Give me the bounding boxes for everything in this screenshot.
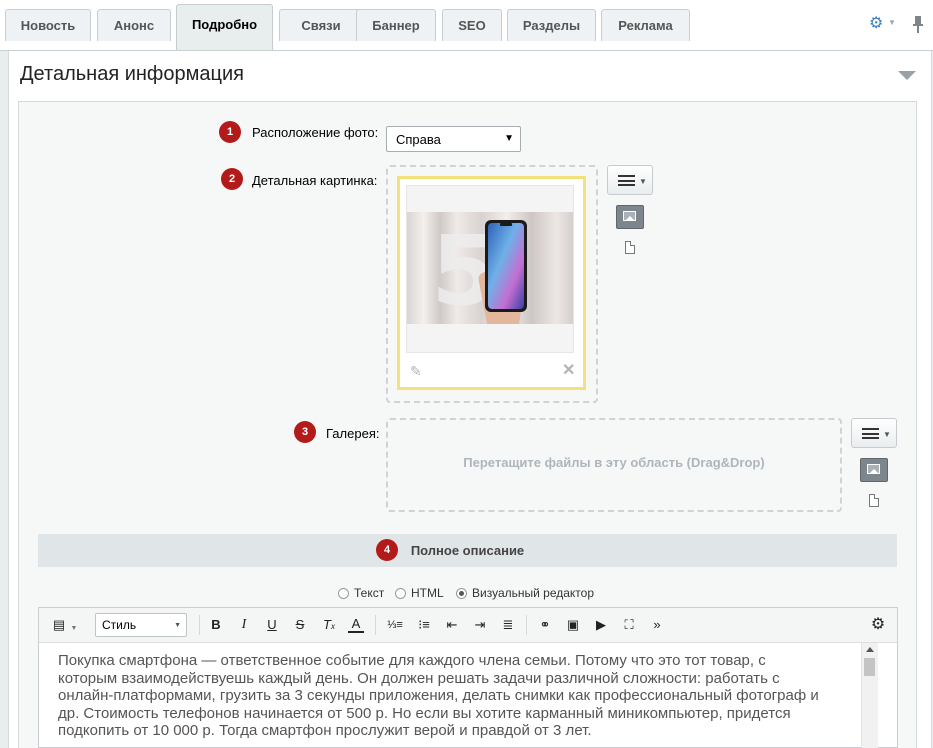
tab-links[interactable]: Связи xyxy=(279,9,363,41)
image-icon[interactable] xyxy=(616,205,644,229)
edit-pencil-icon[interactable]: ✎ xyxy=(410,363,422,380)
link-icon[interactable]: ⚭ xyxy=(536,617,554,633)
phone-photo: 5 xyxy=(407,212,573,324)
film-icon[interactable]: ▤ xyxy=(51,617,67,633)
chevron-down-icon[interactable]: ▼ xyxy=(888,18,896,28)
visual-editor: ▤ ▼ Стиль ▼ B I U S Tx A ⅓≡ ⁝≡ ⇤ ⇥ ≣ ⚭ ▣… xyxy=(38,607,898,748)
chevron-down-icon: ▼ xyxy=(639,177,647,186)
pin-icon[interactable] xyxy=(911,14,925,34)
style-select-value: Стиль xyxy=(102,618,137,632)
tab-advertising[interactable]: Реклама xyxy=(601,9,690,41)
photo-position-value: Справа xyxy=(396,131,441,147)
gallery-dropzone-hint: Перетащите файлы в эту область (Drag&Dro… xyxy=(463,455,765,470)
gallery-menu-button[interactable]: ▼ xyxy=(851,418,897,448)
photo-position-select[interactable]: Справа ▼ xyxy=(386,126,521,152)
radio-html[interactable] xyxy=(395,587,406,599)
mode-text[interactable]: Текст xyxy=(338,586,384,600)
bold-icon[interactable]: B xyxy=(208,617,224,633)
step-badge-2: 2 xyxy=(221,168,243,190)
outdent-icon[interactable]: ⇤ xyxy=(444,617,460,633)
radio-visual[interactable] xyxy=(456,587,467,599)
radio-text[interactable] xyxy=(338,587,349,599)
italic-icon[interactable]: I xyxy=(236,617,252,633)
step-badge-3: 3 xyxy=(294,421,316,443)
step-badge-1: 1 xyxy=(219,121,241,143)
chevron-down-icon[interactable]: ▼ xyxy=(70,621,78,637)
align-icon[interactable]: ≣ xyxy=(500,617,516,633)
menu-icon xyxy=(618,175,635,186)
tab-sections[interactable]: Разделы xyxy=(507,9,596,41)
content-line: которым взаимодействуешь каждый день. Он… xyxy=(58,669,780,687)
content-line: др. Стоимость телефонов начинается от 50… xyxy=(58,704,791,722)
close-icon[interactable]: ✕ xyxy=(562,360,575,380)
tab-details[interactable]: Подробно xyxy=(176,4,273,50)
image-icon[interactable] xyxy=(860,458,888,482)
detail-picture-menu-button[interactable]: ▼ xyxy=(607,165,653,195)
phone-photo-svg: 5 xyxy=(407,212,573,324)
unordered-list-icon[interactable]: ⁝≡ xyxy=(416,617,432,633)
detail-picture-label: Детальная картинка: xyxy=(252,173,378,188)
insert-video-icon[interactable]: ▶ xyxy=(593,617,609,633)
tab-news[interactable]: Новость xyxy=(5,9,91,41)
detail-picture-thumbnail[interactable]: 5 ✎ ✕ xyxy=(397,176,586,390)
toolbar-separator xyxy=(526,615,527,635)
insert-image-icon[interactable]: ▣ xyxy=(565,617,581,633)
mode-visual-label: Визуальный редактор xyxy=(472,586,595,600)
content-line: подкопить от 10 000 р. Тогда смартфон пр… xyxy=(58,722,592,740)
ordered-list-icon[interactable]: ⅓≡ xyxy=(387,617,403,633)
thumbnail-area: 5 xyxy=(406,185,574,353)
editor-content[interactable]: Покупка смартфона — ответственное событи… xyxy=(58,652,858,740)
toolbar-separator xyxy=(199,615,200,635)
collapse-arrow-icon[interactable] xyxy=(898,71,916,80)
strikethrough-icon[interactable]: S xyxy=(292,617,308,633)
pin-icon-svg xyxy=(913,16,923,33)
mode-html-label: HTML xyxy=(411,586,444,600)
more-icon[interactable]: » xyxy=(649,617,665,633)
scroll-thumb[interactable] xyxy=(864,658,875,676)
section-title: Детальная информация xyxy=(20,63,244,85)
photo-position-label: Расположение фото: xyxy=(252,125,379,140)
menu-icon xyxy=(862,428,879,439)
text-color-icon[interactable]: A xyxy=(348,617,364,633)
full-description-title: Полное описание xyxy=(410,543,525,558)
chevron-down-icon: ▼ xyxy=(883,430,891,439)
file-icon[interactable] xyxy=(869,494,879,507)
indent-icon[interactable]: ⇥ xyxy=(472,617,488,633)
underline-icon[interactable]: U xyxy=(264,617,280,633)
gear-icon[interactable]: ⚙ xyxy=(870,617,886,633)
mode-text-label: Текст xyxy=(354,586,385,600)
tab-seo[interactable]: SEO xyxy=(442,9,502,41)
content-line: онлайн-платформами, грузить за 3 секунды… xyxy=(58,687,819,705)
mode-html[interactable]: HTML xyxy=(395,586,444,600)
scroll-up-icon[interactable] xyxy=(866,647,874,652)
chevron-down-icon: ▼ xyxy=(174,622,181,629)
clear-format-icon[interactable]: Tx xyxy=(320,617,338,635)
fullscreen-icon[interactable]: ⛶ xyxy=(621,617,637,633)
editor-toolbar: ▤ ▼ Стиль ▼ B I U S Tx A ⅓≡ ⁝≡ ⇤ ⇥ ≣ ⚭ ▣… xyxy=(39,608,897,643)
tab-announce[interactable]: Анонс xyxy=(97,9,171,41)
file-icon[interactable] xyxy=(625,241,635,254)
chevron-down-icon: ▼ xyxy=(504,133,514,144)
tab-bar: Новость Анонс Подробно Связи Баннер SEO … xyxy=(0,0,933,51)
tab-banner[interactable]: Баннер xyxy=(356,9,436,41)
content-line: Покупка смартфона — ответственное событи… xyxy=(58,652,766,669)
gallery-label: Галерея: xyxy=(326,426,380,441)
editor-scrollbar[interactable] xyxy=(861,643,878,748)
style-select[interactable]: Стиль ▼ xyxy=(95,613,187,637)
gear-icon[interactable]: ⚙ xyxy=(869,16,885,32)
mode-visual[interactable]: Визуальный редактор xyxy=(456,586,594,600)
toolbar-separator xyxy=(375,615,376,635)
